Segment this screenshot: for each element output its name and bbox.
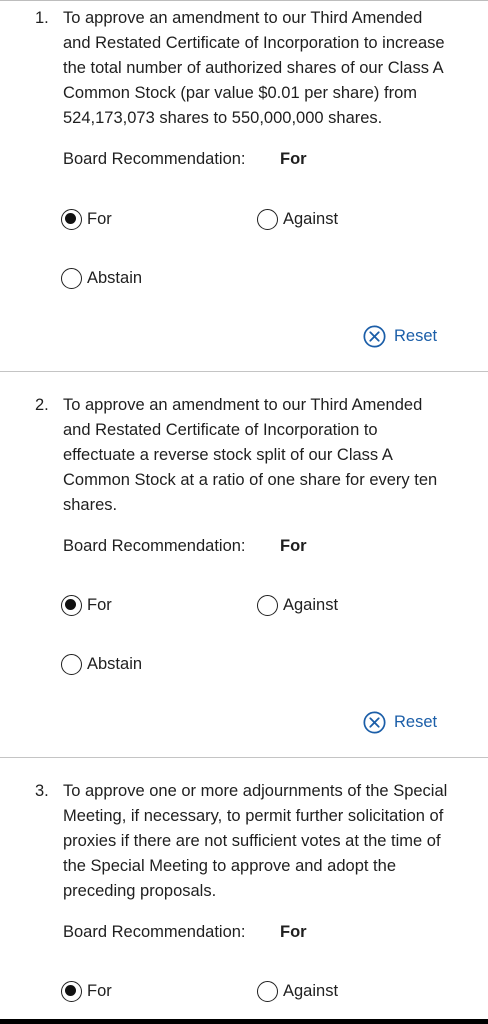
vote-for-label: For (87, 596, 112, 614)
radio-unselected-icon[interactable] (61, 653, 82, 675)
radio-selected-icon[interactable] (61, 208, 82, 230)
reset-label: Reset (394, 712, 438, 731)
description-line: the Special Meeting to approve and adopt… (63, 857, 396, 875)
vote-abstain-option[interactable]: Abstain (61, 652, 142, 676)
board-recommendation-label: Board Recommendation: (63, 150, 246, 168)
description-line: preceding proposals. (63, 882, 217, 900)
description-line: To approve an amendment to our Third Ame… (63, 9, 423, 27)
board-recommendation-label: Board Recommendation: (63, 537, 246, 555)
radio-unselected-icon[interactable] (257, 980, 278, 1002)
board-recommendation-value: For (280, 150, 307, 168)
proposal-description: To approve an amendment to our Third Ame… (63, 393, 463, 518)
description-line: To approve an amendment to our Third Ame… (63, 396, 423, 414)
close-circle-icon (363, 710, 386, 734)
close-circle-icon (363, 324, 386, 348)
vote-for-label: For (87, 210, 112, 228)
vote-for-label: For (87, 982, 112, 1000)
vote-abstain-option[interactable]: Abstain (61, 266, 142, 290)
vote-against-option[interactable]: Against (257, 979, 338, 1003)
description-line: proxies if there are not sufficient vote… (63, 832, 441, 850)
board-recommendation-label: Board Recommendation: (63, 923, 246, 941)
description-line: Meeting, if necessary, to permit further… (63, 807, 444, 825)
board-recommendation-value: For (280, 923, 307, 941)
description-line: effectuate a reverse stock split of our … (63, 446, 393, 464)
proposal-description: To approve one or more adjournments of t… (63, 779, 463, 904)
bottom-edge-bar (0, 1019, 488, 1024)
vote-against-option[interactable]: Against (257, 593, 338, 617)
description-line: shares. (63, 496, 118, 514)
section-divider (0, 757, 488, 758)
board-recommendation-value: For (280, 537, 307, 555)
description-line: and Restated Certificate of Incorporatio… (63, 421, 378, 439)
radio-selected-icon[interactable] (61, 980, 82, 1002)
section-divider (0, 371, 488, 372)
vote-abstain-label: Abstain (87, 655, 143, 673)
reset-button[interactable]: Reset (363, 710, 437, 734)
description-line: Common Stock at a ratio of one share for… (63, 471, 438, 489)
vote-against-option[interactable]: Against (257, 207, 338, 231)
vote-for-option[interactable]: For (61, 979, 112, 1003)
vote-for-option[interactable]: For (61, 593, 112, 617)
reset-label: Reset (394, 326, 438, 345)
description-line: 524,173,073 shares to 550,000,000 shares… (63, 109, 383, 127)
vote-against-label: Against (283, 596, 339, 614)
proposal-number: 3. (35, 782, 49, 800)
description-line: and Restated Certificate of Incorporatio… (63, 34, 445, 52)
vote-against-label: Against (283, 210, 339, 228)
description-line: Common Stock (par value $0.01 per share)… (63, 84, 417, 102)
vote-abstain-label: Abstain (87, 269, 143, 287)
top-divider (0, 0, 488, 1)
radio-unselected-icon[interactable] (257, 208, 278, 230)
vote-for-option[interactable]: For (61, 207, 112, 231)
proposal-description: To approve an amendment to our Third Ame… (63, 6, 463, 131)
description-line: the total number of authorized shares of… (63, 59, 444, 77)
radio-selected-icon[interactable] (61, 594, 82, 616)
proposal-number: 1. (35, 9, 49, 27)
description-line: To approve one or more adjournments of t… (63, 782, 448, 800)
proposal-number: 2. (35, 396, 49, 414)
radio-unselected-icon[interactable] (257, 594, 278, 616)
vote-against-label: Against (283, 982, 339, 1000)
radio-unselected-icon[interactable] (61, 267, 82, 289)
reset-button[interactable]: Reset (363, 324, 437, 348)
